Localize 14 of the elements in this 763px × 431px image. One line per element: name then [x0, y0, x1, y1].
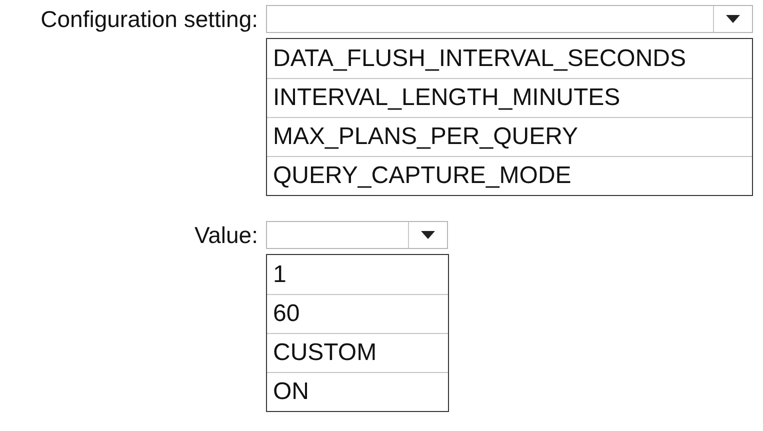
list-option[interactable]: INTERVAL_LENGTH_MINUTES: [267, 78, 752, 117]
dropdown[interactable]: [266, 221, 448, 249]
list-option[interactable]: 1: [267, 255, 448, 294]
list-option[interactable]: QUERY_CAPTURE_MODE: [267, 156, 752, 195]
field-label: Configuration setting:: [40, 6, 258, 32]
dropdown[interactable]: [266, 5, 753, 33]
list-option[interactable]: MAX_PLANS_PER_QUERY: [267, 117, 752, 156]
field-label: Value:: [193, 222, 258, 248]
caret-icon: [421, 231, 435, 239]
list-option[interactable]: CUSTOM: [267, 333, 448, 372]
list-option[interactable]: ON: [267, 372, 448, 411]
list-option[interactable]: 60: [267, 294, 448, 333]
list-option[interactable]: DATA_FLUSH_INTERVAL_SECONDS: [267, 39, 752, 78]
caret-icon: [726, 15, 740, 23]
